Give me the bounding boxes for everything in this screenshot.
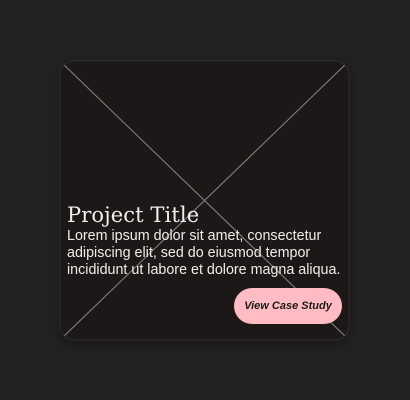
view-case-study-button[interactable]: View Case Study	[234, 288, 342, 324]
project-title: Project Title	[67, 203, 200, 227]
project-card: Project Title Lorem ipsum dolor sit amet…	[59, 60, 350, 341]
card-content: Project Title Lorem ipsum dolor sit amet…	[67, 202, 347, 279]
project-description: Lorem ipsum dolor sit amet, consectetur …	[67, 228, 341, 278]
